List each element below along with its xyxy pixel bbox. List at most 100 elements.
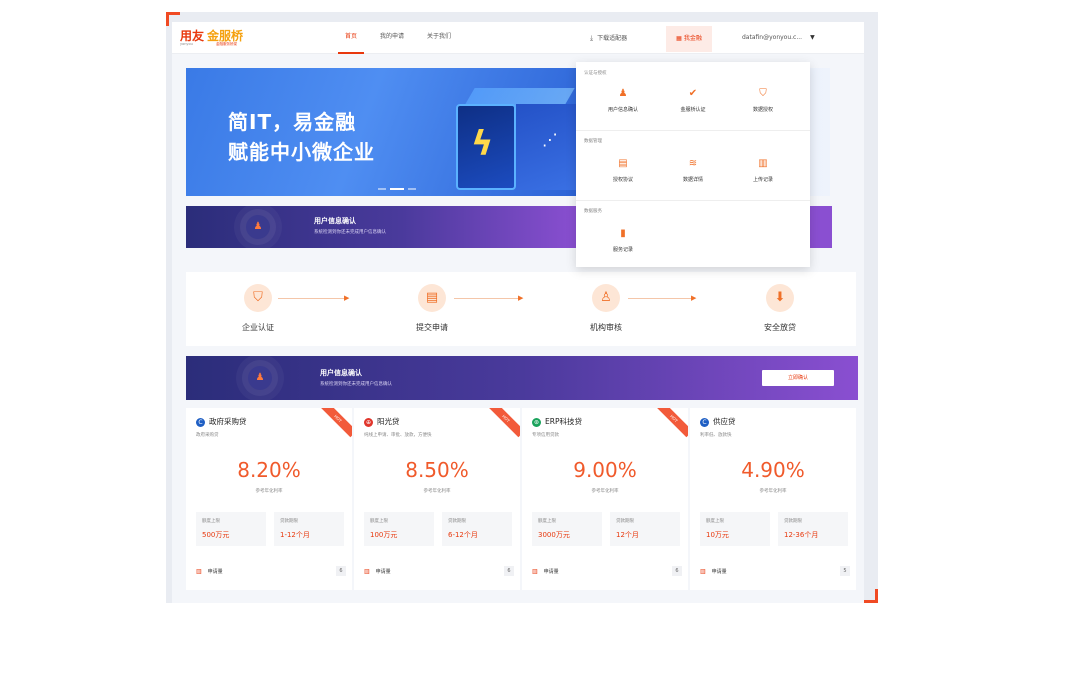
user-account-menu[interactable]: datafin@yonyou.c... ▼	[742, 22, 815, 54]
term-value: 1-12个月	[280, 531, 310, 539]
download-adapter-link[interactable]: ⤓ 下载适配器	[590, 22, 627, 54]
application-count-label: ▥ 申请量	[700, 568, 727, 575]
layers-icon: ≋	[688, 158, 698, 169]
application-count: 6	[672, 566, 682, 576]
product-card-sunshine-loan[interactable]: HOT ⊕ 阳光贷 纯线上申请、审批、放款，方便快 8.50% 参考年化利率 额度…	[354, 408, 520, 590]
term-value: 12个月	[616, 531, 639, 539]
limit-label: 额度上限	[706, 519, 724, 524]
carousel-indicators	[378, 188, 416, 190]
confirm-title: 用户信息确认	[320, 369, 362, 377]
carousel-dot[interactable]	[408, 188, 416, 190]
nav-about-us[interactable]: 关于我们	[420, 22, 458, 54]
term-label: 贷款期限	[784, 519, 802, 524]
menu-item-service-records[interactable]: ▮ 服务记录	[588, 228, 658, 253]
check-circle-icon: ✔	[688, 88, 698, 99]
logo[interactable]: 用友 金服桥 yonyou 金融服务桥梁	[180, 27, 243, 49]
network-nodes-icon: ⋰	[542, 130, 558, 149]
confirm-description: 系统检测到你还未完成用户信息确认	[320, 382, 392, 387]
arrow-right-icon: ▶	[344, 294, 350, 302]
corner-marker	[166, 12, 180, 26]
step-submit-application: ▤ 提交申请	[392, 284, 472, 333]
step-label: 安全放贷	[764, 323, 796, 332]
product-subtitle: 利率低、放款快	[700, 433, 732, 438]
page: 用友 金服桥 yonyou 金融服务桥梁 首页 我的申请 关于我们 ⤓ 下载适配器 …	[172, 22, 864, 603]
caret-down-icon: ▼	[810, 34, 815, 41]
limit-value: 3000万元	[538, 531, 570, 539]
rate-label: 参考年化利率	[591, 489, 619, 494]
application-count-label: ▥ 申请量	[532, 568, 559, 575]
application-count: 5	[840, 566, 850, 576]
nav-my-applications[interactable]: 我的申请	[373, 22, 411, 54]
menu-item-label: 数据授权	[752, 107, 773, 113]
term-box: 贷款期限 12-36个月	[778, 512, 848, 546]
product-cards: HOT C 政府采购贷 政府采购贷 8.20% 参考年化利率 额度上限 500万元…	[186, 408, 858, 590]
step-label: 提交申请	[416, 323, 448, 332]
my-finance-menu[interactable]: ▦ 我金融	[666, 26, 712, 52]
rate-label: 参考年化利率	[255, 489, 283, 494]
banner-headline: 简IT，易金融	[228, 110, 357, 134]
interest-rate: 4.90%	[741, 458, 805, 482]
user-icon: ♟	[618, 88, 628, 99]
hero-banner[interactable]: 简IT，易金融 赋能中小微企业 ϟ ⋰	[186, 68, 578, 196]
limit-label: 额度上限	[538, 519, 556, 524]
user-info-confirm-bar: ♟ 用户信息确认 系统检测到你还未完成用户信息确认 立即确认	[186, 356, 858, 400]
process-steps: ▶ ▶ ▶ ⛉ 企业认证 ▤ 提交申请 ♙ 机构审核 ⬇ 安全放贷	[186, 272, 856, 346]
term-value: 6-12个月	[448, 531, 478, 539]
my-finance-label: 我金融	[683, 35, 702, 42]
menu-item-auth-agreement[interactable]: ▤ 授权协议	[588, 158, 658, 183]
logo-tagline: 金融服务桥梁	[216, 42, 237, 46]
shield-icon: ⛉	[759, 88, 767, 99]
dropdown-section-title: 认证与授权	[584, 71, 607, 76]
interest-rate: 8.50%	[405, 458, 469, 482]
product-title: C 政府采购贷	[196, 416, 247, 427]
term-box: 贷款期限 1-12个月	[274, 512, 344, 546]
download-icon: ⤓	[590, 34, 594, 42]
divider	[576, 130, 810, 131]
divider	[576, 200, 810, 201]
corner-marker	[864, 589, 878, 603]
menu-item-label: 用户信息确认	[607, 107, 638, 113]
application-count-label: ▥ 申请量	[196, 568, 223, 575]
menu-item-upload-records[interactable]: ▥ 上传记录	[728, 158, 798, 183]
bank-logo-icon: C	[196, 418, 205, 427]
hot-ribbon: HOT	[487, 408, 520, 438]
limit-value: 500万元	[202, 531, 230, 539]
stamp-icon: ♙	[592, 284, 620, 312]
limit-value: 100万元	[370, 531, 398, 539]
product-subtitle: 纯线上申请、审批、放款，方便快	[364, 433, 432, 438]
product-card-erp-tech-loan[interactable]: HOT ⊛ ERP科技贷 专项信用贷款 9.00% 参考年化利率 额度上限 300…	[522, 408, 688, 590]
limit-label: 额度上限	[370, 519, 388, 524]
step-label: 企业认证	[242, 323, 274, 332]
clipboard-icon: ▥	[758, 158, 768, 169]
top-header: 用友 金服桥 yonyou 金融服务桥梁 首页 我的申请 关于我们 ⤓ 下载适配器 …	[172, 22, 864, 54]
product-title: ⊛ ERP科技贷	[532, 417, 582, 427]
carousel-dot-active[interactable]	[390, 188, 404, 190]
user-email: datafin@yonyou.c...	[742, 34, 803, 41]
menu-item-label: 数据详情	[682, 177, 703, 183]
nav-home[interactable]: 首页	[338, 22, 365, 54]
menu-item-user-info-confirm[interactable]: ♟ 用户信息确认	[588, 88, 658, 113]
building-icon: ▥	[700, 568, 706, 575]
product-card-government-procurement[interactable]: HOT C 政府采购贷 政府采购贷 8.20% 参考年化利率 额度上限 500万元…	[186, 408, 352, 590]
shield-check-icon: ⛉	[244, 284, 272, 312]
menu-item-certification[interactable]: ✔ 金服桥认证	[658, 88, 728, 113]
step-enterprise-certification: ⛉ 企业认证	[218, 284, 298, 333]
rate-label: 参考年化利率	[759, 489, 787, 494]
menu-item-data-authorization[interactable]: ⛉ 数据授权	[728, 88, 798, 113]
arrow-right-icon: ▶	[691, 294, 697, 302]
dropdown-section-title: 数据服务	[584, 209, 602, 214]
download-label: 下载适配器	[597, 35, 628, 42]
building-icon: ▥	[364, 568, 370, 575]
hot-ribbon: HOT	[655, 408, 688, 438]
menu-item-label: 上传记录	[752, 177, 773, 183]
book-icon: ▮	[620, 228, 626, 239]
product-card-supply-loan[interactable]: C 供应贷 利率低、放款快 4.90% 参考年化利率 额度上限 10万元 贷款期限…	[690, 408, 856, 590]
application-count: 6	[504, 566, 514, 576]
confirm-now-button[interactable]: 立即确认	[762, 370, 834, 386]
menu-item-data-details[interactable]: ≋ 数据详情	[658, 158, 728, 183]
limit-value: 10万元	[706, 531, 729, 539]
bank-logo-icon: ⊕	[364, 418, 373, 427]
limit-box: 额度上限 3000万元	[532, 512, 602, 546]
interest-rate: 9.00%	[573, 458, 637, 482]
carousel-dot[interactable]	[378, 188, 386, 190]
